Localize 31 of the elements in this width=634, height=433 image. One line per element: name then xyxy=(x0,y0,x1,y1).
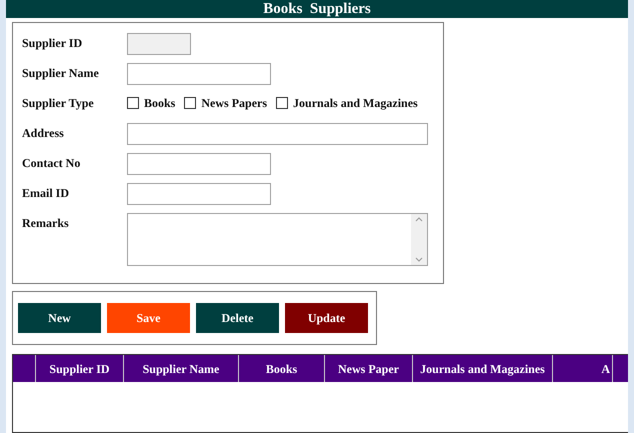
field-label: Supplier Type xyxy=(22,95,95,112)
input-field[interactable] xyxy=(127,63,271,85)
input-field[interactable] xyxy=(127,123,428,145)
action-button[interactable]: Delete xyxy=(196,303,279,333)
scrollbar[interactable] xyxy=(411,214,427,265)
scroll-down-icon[interactable] xyxy=(415,257,423,262)
action-button[interactable]: New xyxy=(18,303,101,333)
input-field[interactable] xyxy=(127,183,271,205)
checkbox[interactable] xyxy=(184,97,196,109)
column-header[interactable]: News Paper xyxy=(325,355,413,382)
field-label: Supplier ID xyxy=(22,35,84,52)
action-button[interactable]: Update xyxy=(285,303,368,333)
checkbox-label: Books xyxy=(144,95,176,112)
remarks-field[interactable] xyxy=(127,213,428,266)
window-title: Books Suppliers xyxy=(263,0,371,18)
field-label: Supplier Name xyxy=(22,65,100,82)
column-header[interactable]: A xyxy=(553,355,613,382)
checkbox-label: Journals and Magazines xyxy=(293,95,418,112)
field-label: Email ID xyxy=(22,185,70,202)
column-header[interactable]: Supplier Name xyxy=(124,355,239,382)
column-header[interactable]: Journals and Magazines xyxy=(413,355,553,382)
field-label: Address xyxy=(22,125,65,142)
column-header[interactable]: Supplier ID xyxy=(36,355,124,382)
checkbox[interactable] xyxy=(276,97,288,109)
column-header[interactable]: Books xyxy=(239,355,325,382)
field-label: Remarks xyxy=(22,215,70,232)
input-field[interactable] xyxy=(127,153,271,175)
field-label: Contact No xyxy=(22,155,82,172)
scroll-up-icon[interactable] xyxy=(415,217,423,222)
checkbox[interactable] xyxy=(127,97,139,109)
checkbox-label: News Papers xyxy=(201,95,268,112)
